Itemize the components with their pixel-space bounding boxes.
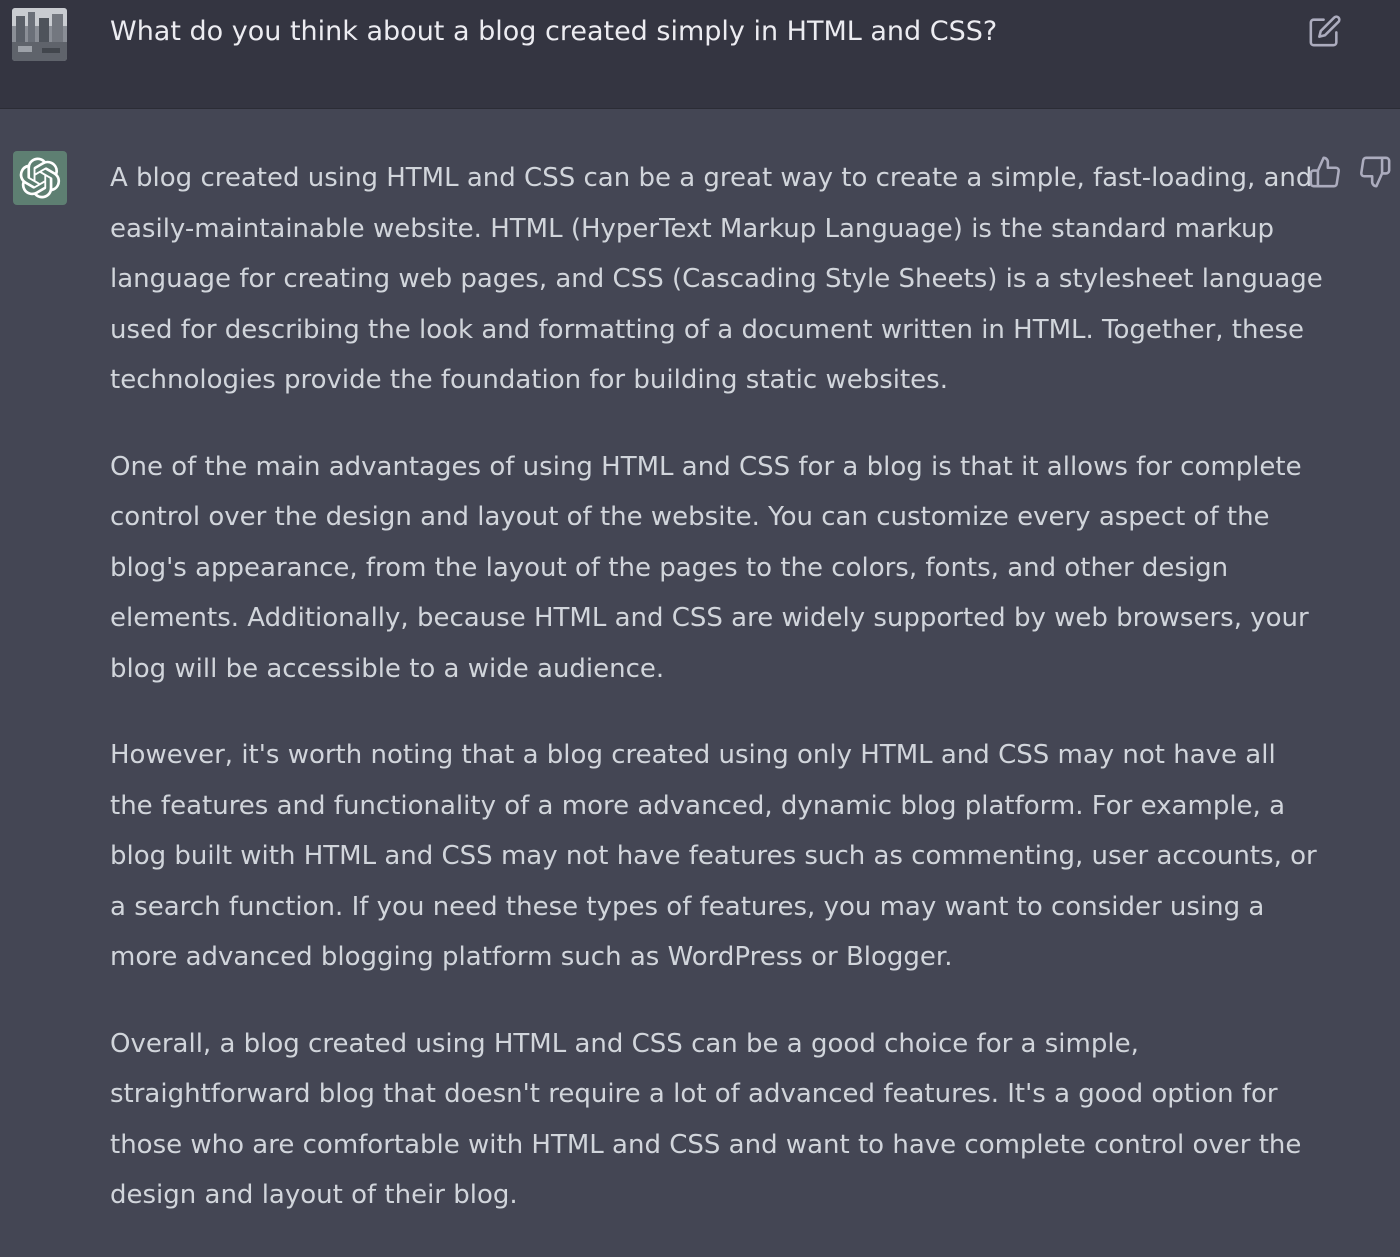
paragraph-4: Overall, a blog created using HTML and C…: [110, 1019, 1302, 1221]
user-message-text: What do you think about a blog created s…: [110, 16, 998, 47]
text-line: A blog created using HTML and CSS can be…: [110, 163, 1313, 193]
assistant-message-text: A blog created using HTML and CSS can be…: [110, 153, 1323, 1257]
text-line: One of the main advantages of using HTML…: [110, 451, 1302, 482]
text-line: blog built with HTML and CSS may not hav…: [110, 841, 1317, 871]
text-line: blog's appearance, from the layout of th…: [110, 552, 1229, 583]
text-line: However, it's worth noting that a blog c…: [110, 740, 1276, 770]
text-line: Overall, a blog created using HTML and C…: [110, 1028, 1139, 1059]
thumbs-up-icon: [1309, 156, 1340, 188]
text-line: more advanced blogging platform such as …: [110, 942, 953, 972]
text-line: technologies provide the foundation for …: [110, 365, 948, 395]
text-line: used for describing the look and formatt…: [110, 314, 1305, 345]
openai-logo-icon: [19, 157, 61, 199]
text-line: the features and functionality of a more…: [110, 790, 1286, 821]
user-photo-avatar-icon: [12, 8, 67, 61]
text-line: a search function. If you need these typ…: [110, 891, 1265, 922]
thumbs-down-icon: [1360, 156, 1391, 188]
assistant-message-row: A blog created using HTML and CSS can be…: [0, 109, 1400, 1219]
paragraph-3: However, it's worth noting that a blog c…: [110, 730, 1317, 983]
text-line: those who are comfortable with HTML and …: [110, 1129, 1302, 1160]
paragraph-2: One of the main advantages of using HTML…: [110, 442, 1309, 695]
text-line: language for creating web pages, and CSS…: [110, 264, 1323, 294]
edit-message-button[interactable]: [1308, 14, 1342, 48]
thumbs-up-button[interactable]: [1308, 155, 1342, 189]
text-line: elements. Additionally, because HTML and…: [110, 603, 1309, 633]
user-message-row: What do you think about a blog created s…: [0, 0, 1400, 109]
text-line: control over the design and layout of th…: [110, 502, 1270, 532]
paragraph-1: A blog created using HTML and CSS can be…: [110, 153, 1323, 406]
thumbs-down-button[interactable]: [1358, 155, 1392, 189]
text-line: straightforward blog that doesn't requir…: [110, 1079, 1278, 1109]
assistant-avatar: [13, 151, 67, 205]
pencil-square-icon: [1309, 15, 1341, 47]
text-line: easily-maintainable website. HTML (Hyper…: [110, 213, 1274, 244]
user-avatar: [12, 8, 67, 61]
text-line: blog will be accessible to a wide audien…: [110, 653, 665, 684]
text-line: design and layout of their blog.: [110, 1180, 518, 1210]
